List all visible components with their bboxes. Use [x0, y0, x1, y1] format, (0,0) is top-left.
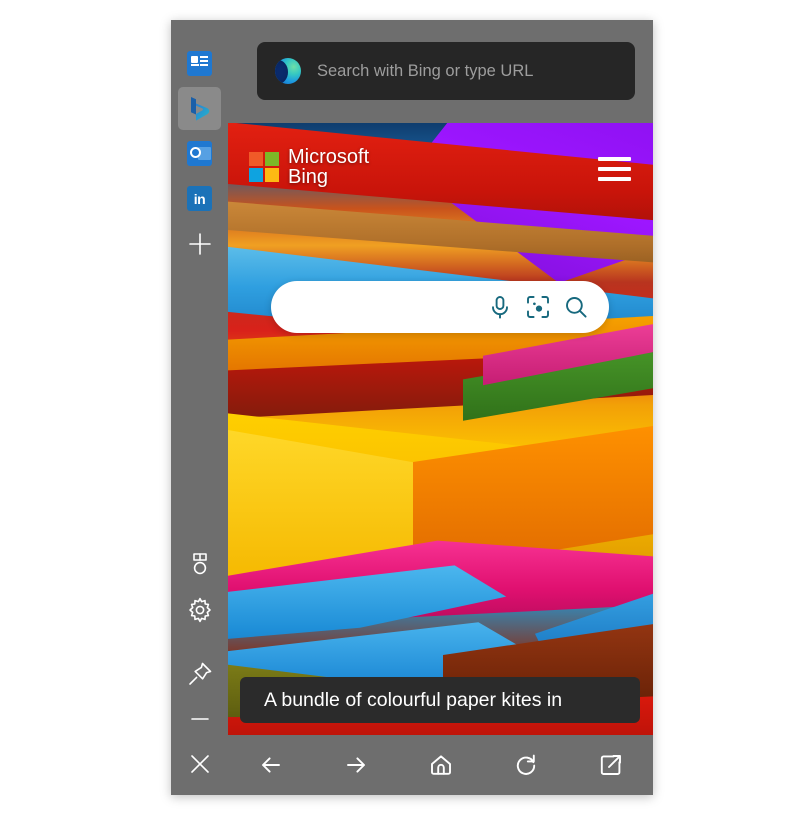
brand-text: Microsoft Bing — [288, 147, 369, 188]
arrow-right-icon — [346, 757, 365, 773]
gear-icon — [188, 597, 211, 622]
home-icon — [430, 755, 451, 775]
address-bar[interactable]: Search with Bing or type URL — [257, 42, 635, 100]
brand-line-bing: Bing — [288, 166, 329, 189]
edge-logo-icon — [275, 58, 301, 84]
minimize-icon — [190, 717, 209, 720]
bing-page: Microsoft Bing A bundle of colourful pap… — [228, 123, 653, 735]
image-caption[interactable]: A bundle of colourful paper kites in — [240, 677, 640, 723]
open-external-icon — [600, 755, 621, 775]
screen: in Search with Bing or type URL Microsof… — [0, 0, 812, 814]
image-caption-text: A bundle of colourful paper kites in — [264, 688, 563, 711]
sidebar-item-rewards[interactable] — [178, 543, 221, 586]
edge-sidebar-window: in Search with Bing or type URL Microsof… — [171, 20, 653, 795]
close-icon — [190, 754, 209, 773]
brand-line-microsoft: Microsoft — [288, 146, 370, 168]
microsoft-logo-icon — [249, 152, 279, 183]
bing-search-box[interactable] — [271, 281, 609, 333]
news-feed-icon — [187, 51, 212, 76]
bing-brand-lockup: Microsoft Bing — [249, 147, 369, 188]
sidebar-item-minimize[interactable] — [178, 697, 221, 740]
linkedin-icon: in — [187, 186, 212, 211]
medal-icon — [192, 552, 207, 574]
app-sidebar: in — [171, 20, 228, 795]
home-button[interactable] — [419, 743, 463, 787]
sidebar-item-settings[interactable] — [178, 588, 221, 631]
hamburger-icon[interactable] — [598, 157, 631, 181]
outlook-icon — [187, 141, 212, 166]
forward-button[interactable] — [334, 743, 378, 787]
sidebar-item-close[interactable] — [178, 742, 221, 785]
microphone-icon[interactable] — [483, 290, 517, 324]
visual-search-icon[interactable] — [521, 290, 555, 324]
sidebar-item-linkedin[interactable]: in — [178, 177, 221, 220]
open-in-browser-button[interactable] — [589, 743, 633, 787]
search-icon[interactable] — [559, 290, 593, 324]
sidebar-item-bing-discover[interactable] — [178, 87, 221, 130]
sidebar-item-pin-pane[interactable] — [178, 652, 221, 695]
arrow-left-icon — [261, 757, 280, 773]
sidebar-item-add-app[interactable] — [178, 222, 221, 265]
refresh-button[interactable] — [504, 743, 548, 787]
linkedin-label: in — [193, 190, 206, 207]
back-button[interactable] — [249, 743, 293, 787]
sidebar-item-browser-essentials[interactable] — [178, 42, 221, 85]
sidebar-item-outlook[interactable] — [178, 132, 221, 175]
refresh-icon — [516, 754, 535, 775]
address-bar-placeholder: Search with Bing or type URL — [317, 61, 534, 80]
bottom-navigation-bar — [228, 735, 653, 795]
pin-icon — [188, 662, 211, 685]
kite-photo — [228, 123, 653, 735]
plus-icon — [188, 232, 211, 255]
bing-icon — [190, 96, 209, 121]
